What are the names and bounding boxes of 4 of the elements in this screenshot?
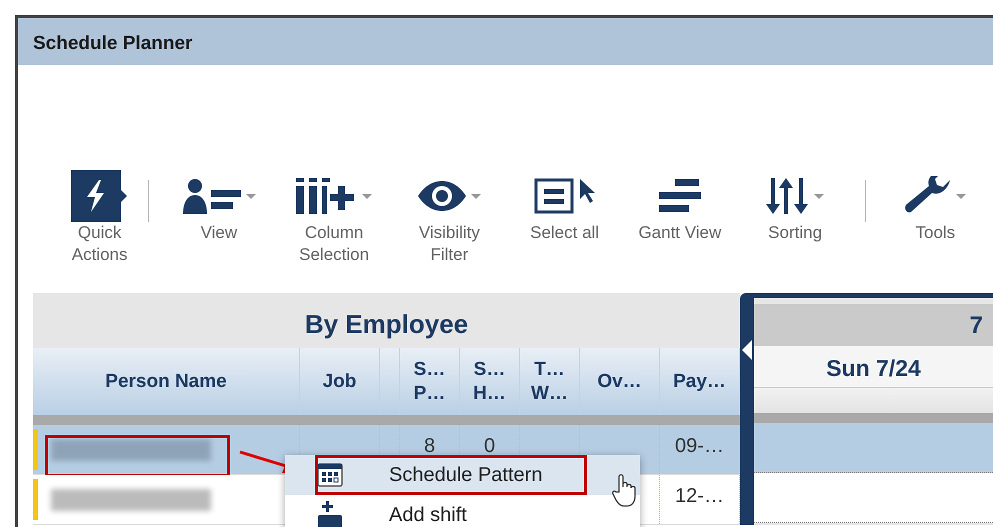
week-header: 7 (754, 304, 993, 346)
grid-title: By Employee (304, 308, 470, 341)
day-header: Sun 7/24 (754, 346, 993, 388)
window-title: Schedule Planner (18, 18, 993, 65)
